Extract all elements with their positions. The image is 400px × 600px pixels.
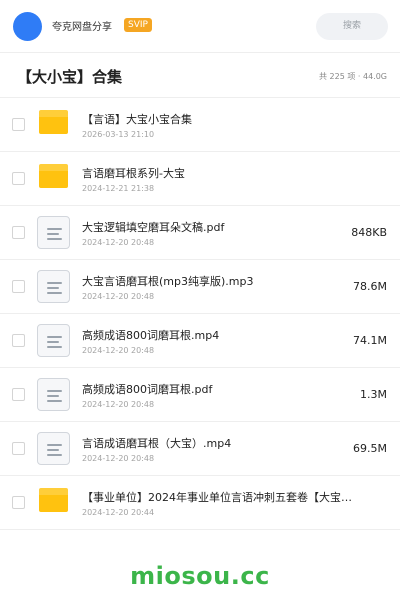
item-count: 共 225 项 · 44.0G <box>319 72 387 81</box>
file-row[interactable]: 【言语】大宝小宝合集 2026-03-13 21:10 <box>0 98 400 152</box>
file-row[interactable]: 言语磨耳根系列-大宝 2024-12-21 21:38 <box>0 152 400 206</box>
file-name[interactable]: 言语成语磨耳根（大宝）.mp4 <box>82 435 352 451</box>
file-date: 2024-12-20 20:48 <box>82 238 155 247</box>
svip-badge: SVIP <box>124 18 152 32</box>
file-row[interactable]: 言语成语磨耳根（大宝）.mp4 2024-12-20 20:48 69.5M <box>0 422 400 476</box>
folder-icon <box>39 488 68 512</box>
avatar[interactable] <box>13 12 42 41</box>
file-row[interactable]: 高频成语800词磨耳根.mp4 2024-12-20 20:48 74.1M <box>0 314 400 368</box>
select-checkbox[interactable] <box>12 334 25 347</box>
document-icon <box>37 216 70 249</box>
select-checkbox[interactable] <box>12 118 25 131</box>
top-bar: 夸克网盘分享 SVIP 搜索 <box>0 0 400 52</box>
file-name[interactable]: 大宝逻辑填空磨耳朵文稿.pdf <box>82 219 352 235</box>
app-name: 夸克网盘分享 <box>52 22 112 33</box>
folder-icon <box>39 164 68 188</box>
file-name[interactable]: 大宝言语磨耳根(mp3纯享版).mp3 <box>82 273 352 289</box>
file-date: 2024-12-20 20:44 <box>82 508 155 517</box>
file-date: 2024-12-20 20:48 <box>82 292 155 301</box>
file-size: 74.1M <box>353 334 387 347</box>
file-name[interactable]: 言语磨耳根系列-大宝 <box>82 165 352 181</box>
document-icon <box>37 378 70 411</box>
watermark-text: miosou.cc <box>130 562 270 590</box>
file-name[interactable]: 高频成语800词磨耳根.mp4 <box>82 327 352 343</box>
file-list: 【言语】大宝小宝合集 2026-03-13 21:10 言语磨耳根系列-大宝 2024… <box>0 98 400 530</box>
share-header: 【大小宝】合集 共 225 项 · 44.0G <box>0 52 400 98</box>
page-title: 【大小宝】合集 <box>17 68 123 86</box>
file-size: 848KB <box>351 226 387 239</box>
file-row[interactable]: 大宝逻辑填空磨耳朵文稿.pdf 2024-12-20 20:48 848KB <box>0 206 400 260</box>
file-name[interactable]: 高频成语800词磨耳根.pdf <box>82 381 352 397</box>
file-date: 2024-12-21 21:38 <box>82 184 155 193</box>
select-checkbox[interactable] <box>12 172 25 185</box>
folder-icon <box>39 110 68 134</box>
file-size: 78.6M <box>353 280 387 293</box>
document-icon <box>37 324 70 357</box>
file-name[interactable]: 【言语】大宝小宝合集 <box>82 111 352 127</box>
select-checkbox[interactable] <box>12 280 25 293</box>
file-date: 2026-03-13 21:10 <box>82 130 155 139</box>
search-button[interactable]: 搜索 <box>316 13 388 40</box>
file-size: 1.3M <box>360 388 387 401</box>
file-row[interactable]: 大宝言语磨耳根(mp3纯享版).mp3 2024-12-20 20:48 78.6M <box>0 260 400 314</box>
document-icon <box>37 270 70 303</box>
file-row[interactable]: 高频成语800词磨耳根.pdf 2024-12-20 20:48 1.3M <box>0 368 400 422</box>
document-icon <box>37 432 70 465</box>
file-name[interactable]: 【事业单位】2024年事业单位言语冲刺五套卷【大宝… <box>82 489 352 505</box>
select-checkbox[interactable] <box>12 388 25 401</box>
file-row[interactable]: 【事业单位】2024年事业单位言语冲刺五套卷【大宝… 2024-12-20 20:… <box>0 476 400 530</box>
file-size: 69.5M <box>353 442 387 455</box>
file-date: 2024-12-20 20:48 <box>82 400 155 409</box>
select-checkbox[interactable] <box>12 226 25 239</box>
select-checkbox[interactable] <box>12 496 25 509</box>
file-date: 2024-12-20 20:48 <box>82 346 155 355</box>
file-date: 2024-12-20 20:48 <box>82 454 155 463</box>
select-checkbox[interactable] <box>12 442 25 455</box>
